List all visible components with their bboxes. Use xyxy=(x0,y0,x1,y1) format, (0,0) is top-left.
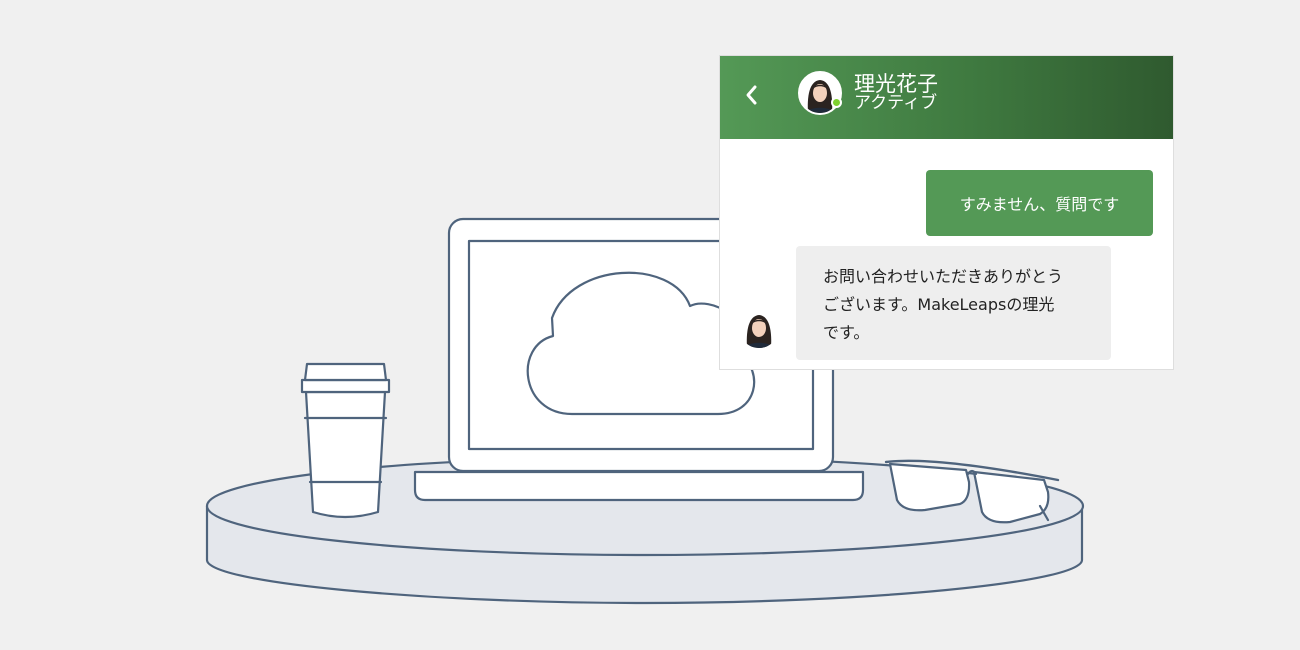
online-status-indicator xyxy=(831,97,842,108)
chevron-left-icon xyxy=(746,85,757,105)
agent-avatar xyxy=(798,71,842,115)
agent-message-avatar xyxy=(739,308,779,348)
agent-message-line: ございます。MakeLeapsの理光 xyxy=(823,295,1055,314)
chat-window: 理光花子 アクティブ すみません、質問です お問い合わせいただきありがとう ござ… xyxy=(719,55,1174,370)
back-button[interactable] xyxy=(740,80,764,110)
user-message-bubble: すみません、質問です xyxy=(926,170,1153,236)
chat-header: 理光花子 アクティブ xyxy=(720,56,1173,139)
agent-message-line: です。 xyxy=(823,323,870,342)
agent-message-bubble: お問い合わせいただきありがとう ございます。MakeLeapsの理光 です。 xyxy=(796,246,1111,360)
agent-status: アクティブ xyxy=(854,93,938,113)
agent-message-line: お問い合わせいただきありがとう xyxy=(823,267,1064,286)
coffee-cup xyxy=(300,362,391,519)
